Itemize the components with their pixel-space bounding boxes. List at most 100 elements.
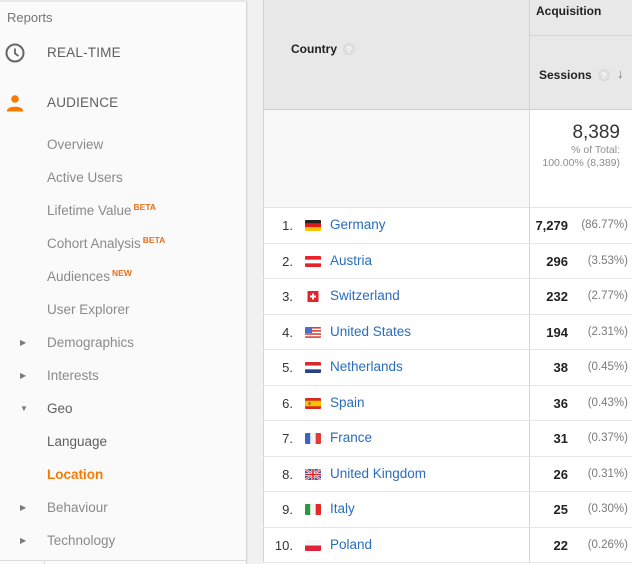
sidebar-item-lifetime-value[interactable]: Lifetime Value BETA xyxy=(0,197,246,223)
flag-at-icon xyxy=(305,255,321,267)
country-link[interactable]: Switzerland xyxy=(330,288,400,303)
country-link[interactable]: Netherlands xyxy=(330,359,403,374)
total-pct-label: % of Total: xyxy=(571,144,620,156)
table-row: 4. United States 194 (2.31%) xyxy=(263,314,632,350)
country-cell: 3. Switzerland xyxy=(263,279,530,314)
flag-de-icon xyxy=(305,220,321,231)
sidebar-item-label: Location xyxy=(47,466,104,482)
new-badge: NEW xyxy=(112,268,132,278)
sidebar-section-label: AUDIENCE xyxy=(47,94,119,110)
table-row: 1. Germany 7,279 (86.77%) xyxy=(263,208,632,244)
flag-pl-icon xyxy=(305,539,321,551)
sidebar-item-label-wrap: Audiences NEW xyxy=(47,268,132,284)
sessions-value: 36 xyxy=(553,395,568,411)
column-header-sessions[interactable]: Sessions? ↓ xyxy=(530,36,632,110)
sidebar-item-behaviour[interactable]: ▶ Behaviour xyxy=(0,494,246,520)
flag-us-icon xyxy=(305,326,321,338)
sessions-value: 194 xyxy=(546,324,568,340)
sessions-value: 7,279 xyxy=(535,218,568,233)
analytics-report: Reports REAL-TIME AUDIENCE Overview Acti… xyxy=(0,0,632,564)
table-row: 9. Italy 25 (0.30%) xyxy=(263,492,632,528)
help-icon[interactable]: ? xyxy=(343,43,355,55)
table-row: 8. United Kingdom 26 (0.31%) xyxy=(263,456,632,492)
country-link[interactable]: United Kingdom xyxy=(330,466,426,481)
sidebar-heading: Reports xyxy=(7,10,53,25)
country-link[interactable]: France xyxy=(330,430,372,445)
table-row: 6. Spain 36 (0.43%) xyxy=(263,385,632,421)
sidebar-item-interests[interactable]: ▶ Interests xyxy=(0,362,246,388)
table-row: 10. Poland 22 (0.26%) xyxy=(263,527,632,563)
expand-arrow-icon: ▶ xyxy=(20,535,27,545)
sidebar-item-label: Demographics xyxy=(47,334,135,350)
report-table: Country? Acquisition Sessions? ↓ 8,389 %… xyxy=(263,0,632,564)
sessions-value: 232 xyxy=(546,289,568,304)
clock-icon xyxy=(5,43,25,63)
sidebar-item-label: Language xyxy=(47,433,108,449)
sidebar-item-label: Geo xyxy=(47,400,73,416)
country-link[interactable]: Spain xyxy=(330,395,365,410)
sidebar-item-technology[interactable]: ▶ Technology xyxy=(0,527,246,553)
row-index: 4. xyxy=(282,324,293,340)
sessions-percent: (2.31%) xyxy=(587,325,628,338)
row-index: 2. xyxy=(282,253,293,269)
table-row: 5. Netherlands 38 (0.45%) xyxy=(263,350,632,386)
sidebar-item-geo[interactable]: ▼ Geo xyxy=(0,395,246,421)
sidebar-item-label: User Explorer xyxy=(47,301,130,317)
country-link[interactable]: United States xyxy=(330,324,411,339)
sessions-percent: (0.30%) xyxy=(587,503,628,515)
sessions-percent: (3.53%) xyxy=(587,254,628,267)
row-index: 7. xyxy=(282,431,293,446)
country-cell: 1. Germany xyxy=(263,208,530,243)
sidebar-item-label: Overview xyxy=(47,136,104,152)
country-cell: 4. United States xyxy=(263,314,530,349)
flag-ch-icon xyxy=(307,291,319,302)
sessions-percent: (86.77%) xyxy=(581,219,628,231)
expand-arrow-icon: ▶ xyxy=(20,370,27,380)
table-row: 3. Switzerland 232 (2.77%) xyxy=(263,279,632,315)
flag-it-icon xyxy=(305,504,321,515)
sidebar-item-location[interactable]: Location xyxy=(0,461,246,487)
country-link[interactable]: Austria xyxy=(330,253,372,268)
row-index: 6. xyxy=(282,395,293,411)
sidebar-item-label: Interests xyxy=(47,367,99,383)
expand-arrow-icon: ▶ xyxy=(20,502,27,512)
row-index: 8. xyxy=(282,466,293,482)
sidebar-section-realtime[interactable]: REAL-TIME xyxy=(0,36,246,68)
country-link[interactable]: Poland xyxy=(330,537,372,552)
sidebar-item-audiences[interactable]: Audiences NEW xyxy=(0,263,246,289)
column-header-country[interactable]: Country? xyxy=(263,0,530,110)
sessions-value: 26 xyxy=(553,466,568,482)
sidebar-item-label: Technology xyxy=(47,532,116,548)
sidebar-item-cohort-analysis[interactable]: Cohort Analysis BETA xyxy=(0,230,246,256)
sessions-value: 38 xyxy=(553,360,568,375)
expand-arrow-icon: ▶ xyxy=(20,337,27,347)
sessions-percent: (0.45%) xyxy=(587,361,628,373)
country-cell: 10. Poland xyxy=(263,527,530,562)
flag-fr-icon xyxy=(305,433,321,444)
sidebar-item-label: Audiences xyxy=(47,269,111,284)
column-group-acquisition: Acquisition xyxy=(530,0,632,36)
sidebar-item-language[interactable]: Language xyxy=(0,428,246,454)
sidebar-item-active-users[interactable]: Active Users xyxy=(0,164,246,190)
country-cell: 2. Austria xyxy=(263,243,530,278)
sessions-percent: (0.26%) xyxy=(587,538,628,551)
person-icon xyxy=(7,95,23,112)
country-cell: 8. United Kingdom xyxy=(263,456,530,491)
country-cell: 7. France xyxy=(263,421,530,456)
sidebar-item-user-explorer[interactable]: User Explorer xyxy=(0,296,246,322)
column-group-label: Acquisition xyxy=(536,4,602,18)
sidebar-item-demographics[interactable]: ▶ Demographics xyxy=(0,329,246,355)
sidebar-item-overview[interactable]: Overview xyxy=(0,131,246,157)
country-link[interactable]: Italy xyxy=(330,501,355,516)
sessions-percent: (0.37%) xyxy=(587,432,628,444)
row-index: 3. xyxy=(282,289,293,304)
flag-nl-icon xyxy=(305,362,321,373)
sort-descending-icon[interactable]: ↓ xyxy=(617,66,624,81)
sidebar-section-audience[interactable]: AUDIENCE xyxy=(0,86,246,118)
sidebar-item-label-wrap: Cohort Analysis BETA xyxy=(47,235,165,251)
sidebar-item-label: Lifetime Value xyxy=(47,203,132,218)
country-link[interactable]: Germany xyxy=(330,217,386,232)
sessions-value: 25 xyxy=(553,502,568,517)
help-icon[interactable]: ? xyxy=(597,69,610,81)
sidebar-item-label: Cohort Analysis xyxy=(47,236,141,251)
